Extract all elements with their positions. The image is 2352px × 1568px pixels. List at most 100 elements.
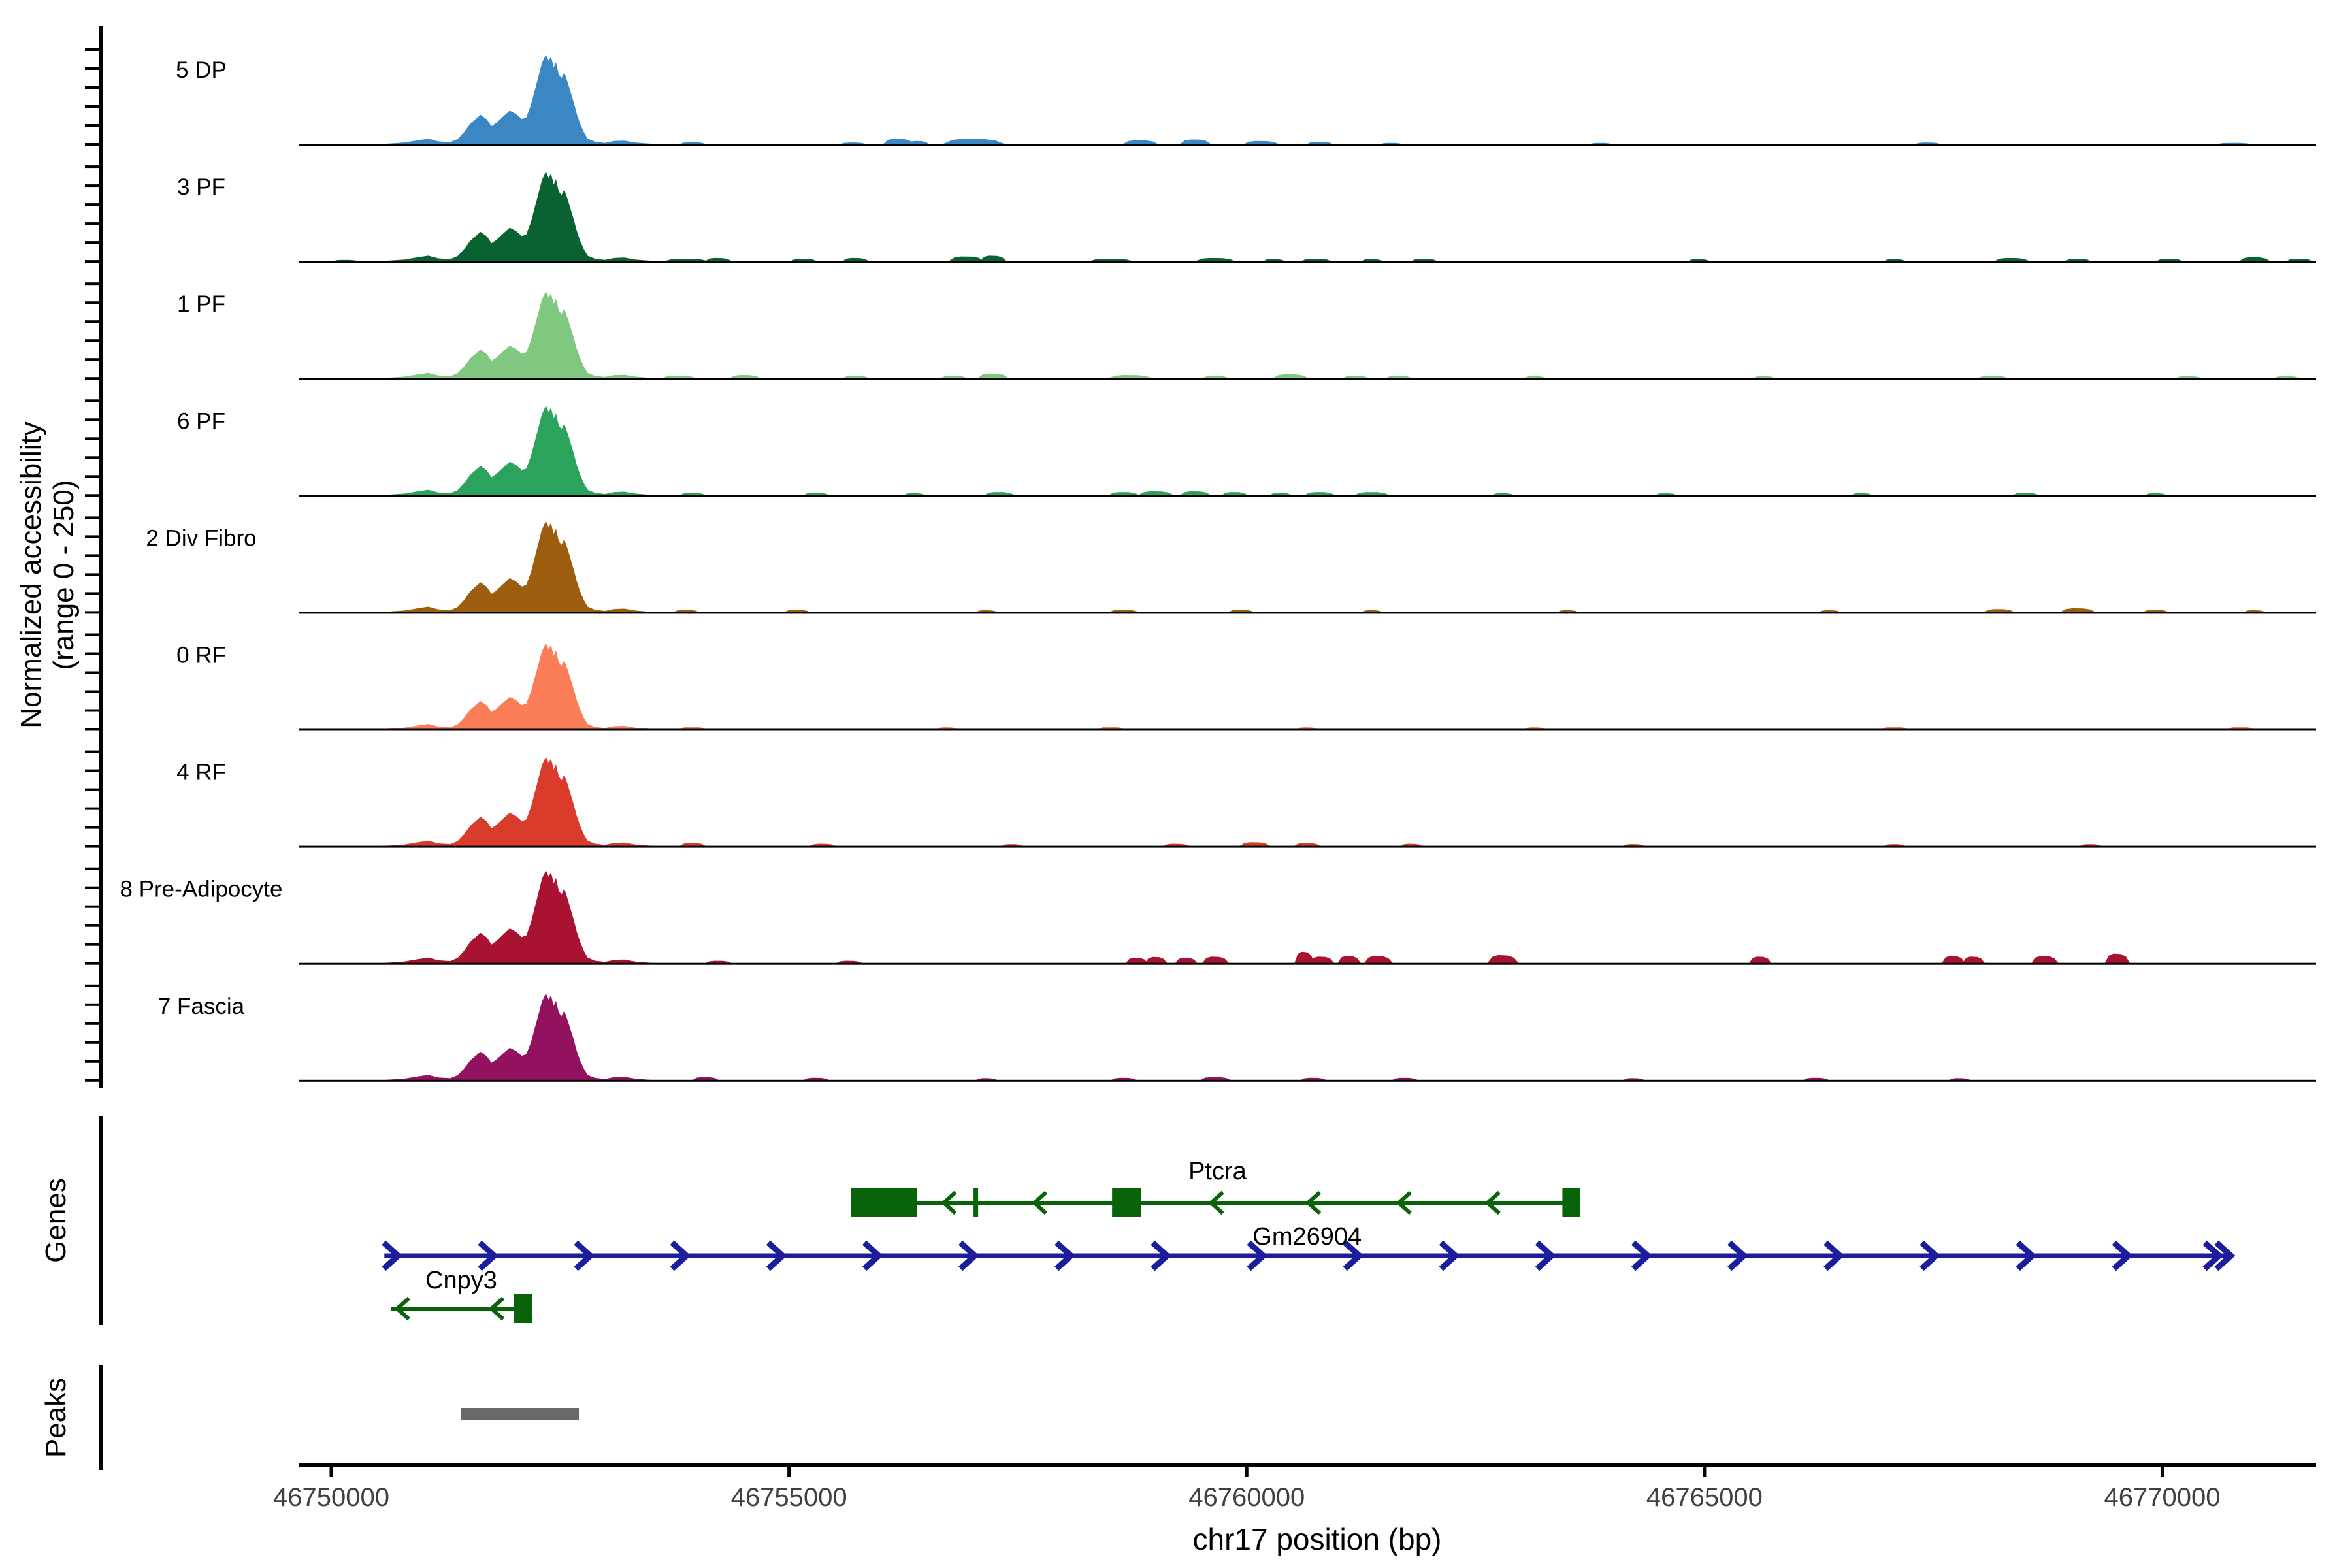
gene-ptcra-exon xyxy=(851,1188,917,1217)
accessibility-axis-tick xyxy=(85,184,101,187)
accessibility-axis-tick xyxy=(85,751,101,753)
track-label-4-rf: 4 RF xyxy=(176,760,226,785)
peaks-section: Peaks xyxy=(40,1365,103,1470)
accessibility-axis-tick xyxy=(85,770,101,772)
x-axis-tick xyxy=(787,1467,791,1477)
accessibility-axis-tick xyxy=(85,494,101,497)
track-area-4-rf xyxy=(304,757,2102,847)
gene-gm26904-body-line xyxy=(384,1254,2230,1258)
genes-section-label: Genes xyxy=(40,1178,72,1263)
track-baseline-6-pf xyxy=(299,495,2316,497)
x-axis-title: chr17 position (bp) xyxy=(1193,1522,1442,1556)
gene-gm26904-label: Gm26904 xyxy=(1252,1223,1362,1250)
accessibility-axis-tick xyxy=(85,924,101,927)
track-label-0-rf: 0 RF xyxy=(176,643,226,668)
x-axis-tick xyxy=(330,1467,333,1477)
track-baseline-3-pf xyxy=(299,261,2316,263)
accessibility-axis-tick xyxy=(85,808,101,810)
accessibility-axis-tick xyxy=(85,868,101,870)
track-area-2-div-fibro xyxy=(304,521,2266,612)
accessibility-axis-tick xyxy=(85,1079,101,1082)
x-axis-tick xyxy=(2161,1467,2164,1477)
gene-ptcra-exon xyxy=(1562,1188,1580,1217)
accessibility-axis-tick xyxy=(85,943,101,946)
accessibility-axis-tick xyxy=(85,358,101,361)
accessibility-axis-tick xyxy=(85,611,101,613)
track-area-5-dp xyxy=(304,55,2253,145)
accessibility-axis-tick xyxy=(85,282,101,285)
accessibility-axis-tick xyxy=(85,260,101,263)
track-area-8-pre-adipocyte xyxy=(304,870,2131,964)
track-label-6-pf: 6 PF xyxy=(177,408,225,434)
track-label-7-fascia: 7 Fascia xyxy=(158,994,245,1019)
accessibility-axis-tick xyxy=(85,728,101,731)
accessibility-axis-tick xyxy=(85,573,101,576)
x-axis-tick-label: 46770000 xyxy=(2104,1483,2221,1512)
accessibility-axis-tick xyxy=(85,105,101,108)
track-label-1-pf: 1 PF xyxy=(177,291,225,317)
track-label-5-dp: 5 DP xyxy=(176,57,227,83)
accessibility-axis-tick xyxy=(85,535,101,538)
gene-ptcra-exon xyxy=(1112,1188,1141,1217)
track-baseline-2-div-fibro xyxy=(299,612,2316,613)
track-label-2-div-fibro: 2 Div Fibro xyxy=(146,525,256,551)
accessibility-axis-tick xyxy=(85,516,101,519)
accessibility-axis-tick xyxy=(85,339,101,342)
peaks-section-label: Peaks xyxy=(40,1378,72,1458)
x-axis-line xyxy=(299,1463,2316,1467)
accessibility-axis-tick xyxy=(85,377,101,380)
genes-bracket-line xyxy=(99,1116,103,1325)
gene-cnpy3-exon xyxy=(514,1294,532,1323)
accessibility-axis-tick xyxy=(85,475,101,478)
gene-cnpy3-body-line xyxy=(391,1307,532,1311)
peak-bar xyxy=(461,1408,579,1420)
accessibility-axis-tick xyxy=(85,906,101,908)
track-baseline-8-pre-adipocyte xyxy=(299,963,2316,965)
track-area-3-pf xyxy=(304,172,2313,262)
accessibility-axis-tick xyxy=(85,67,101,70)
accessibility-axis-tick xyxy=(85,1022,101,1025)
accessibility-axis-tick xyxy=(85,124,101,127)
gene-ptcra: Ptcra xyxy=(851,1158,1580,1217)
track-baseline-7-fascia xyxy=(299,1080,2316,1082)
accessibility-axis-tick xyxy=(85,554,101,557)
accessibility-axis-tick xyxy=(85,710,101,712)
accessibility-axis-tick xyxy=(85,203,101,206)
x-axis-tick-label: 46765000 xyxy=(1646,1483,1763,1512)
accessibility-axis-tick xyxy=(85,1004,101,1006)
track-baseline-1-pf xyxy=(299,378,2316,380)
track-label-8-pre-adipocyte: 8 Pre-Adipocyte xyxy=(120,877,282,902)
gene-annotations: Ptcra Gm26904 Cnpy3 xyxy=(384,1158,2230,1323)
gene-cnpy3-label: Cnpy3 xyxy=(425,1267,497,1294)
gene-gm26904: Gm26904 xyxy=(384,1223,2230,1269)
track-baseline-0-rf xyxy=(299,729,2316,731)
accessibility-axis-tick xyxy=(85,143,101,146)
accessibility-axis-tick xyxy=(85,241,101,244)
track-area-6-pf xyxy=(304,406,2167,496)
accessibility-axis-tick xyxy=(85,887,101,889)
gene-cnpy3: Cnpy3 xyxy=(391,1267,532,1323)
track-baseline-5-dp xyxy=(299,144,2316,146)
accessibility-axis-tick xyxy=(85,985,101,987)
accessibility-axis-tick xyxy=(85,672,101,674)
accessibility-axis-tick xyxy=(85,592,101,595)
x-axis-tick-label: 46750000 xyxy=(273,1483,389,1512)
accessibility-axis-tick xyxy=(85,48,101,51)
accessibility-axis-tick xyxy=(85,320,101,323)
track-area-7-fascia xyxy=(304,994,1971,1081)
accessibility-axis-tick xyxy=(85,437,101,440)
gene-ptcra-exon xyxy=(973,1188,978,1217)
y-axis-label-line2: (range 0 - 250) xyxy=(48,480,80,670)
accessibility-axis-tick xyxy=(85,1041,101,1044)
accessibility-axis-tick xyxy=(85,845,101,848)
x-axis: chr17 position (bp) xyxy=(299,1463,2316,1556)
genes-section: Genes xyxy=(40,1116,103,1325)
gene-ptcra-label: Ptcra xyxy=(1188,1158,1247,1185)
y-axis-label-line1: Normalized accessibility xyxy=(15,421,47,728)
accessibility-axis-tick xyxy=(85,86,101,89)
x-axis-ticks: 4675000046755000467600004676500046770000 xyxy=(273,1467,2220,1512)
genome-coverage-figure: Normalized accessibility (range 0 - 250)… xyxy=(0,0,2352,1568)
coverage-tracks: 5 DP3 PF1 PF6 PF2 Div Fibro0 RF4 RF8 Pre… xyxy=(85,48,2316,1082)
accessibility-axis-tick xyxy=(85,456,101,459)
accessibility-axis-tick xyxy=(85,222,101,225)
